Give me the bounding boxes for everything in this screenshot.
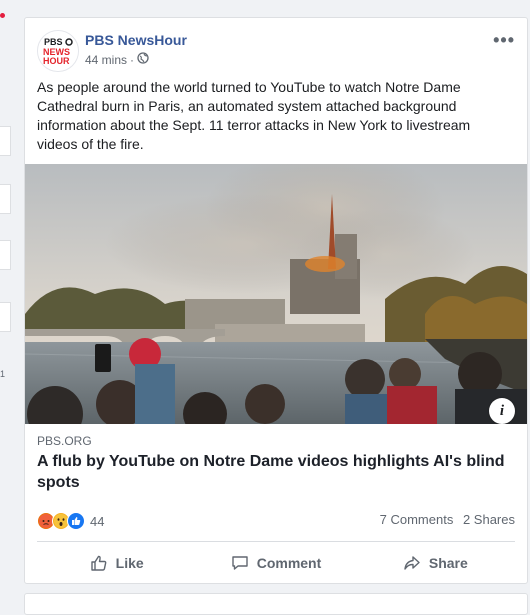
post-header: PBS NEWS HOUR PBS NewsHour 44 mins · ••• [37,30,515,72]
sidebar-tab[interactable] [0,126,11,156]
like-icon [67,512,85,530]
comment-label: Comment [256,555,322,571]
post-text: As people around the world turned to You… [37,79,471,152]
comments-count-link[interactable]: 7 Comments [380,512,454,527]
share-arrow-icon [404,556,420,570]
shares-count-link[interactable]: 2 Shares [463,512,515,527]
like-label: Like [115,555,144,571]
globe-icon[interactable] [137,52,149,67]
link-preview-image[interactable]: i [25,164,527,424]
sidebar-tab[interactable] [0,240,11,270]
link-domain: PBS.ORG [37,434,92,448]
post-time[interactable]: 44 mins [85,53,127,67]
post-meta: 44 mins · [85,52,149,67]
sidebar-tab[interactable] [0,302,11,332]
comment-button[interactable]: Comment [196,548,355,578]
more-options-icon[interactable]: ••• [493,30,515,51]
comments-shares: 7 Comments 2 Shares [380,512,515,527]
comment-bubble-icon [232,556,248,570]
info-icon[interactable]: i [489,398,515,424]
notification-dot [0,13,5,18]
reactions-summary[interactable]: 44 [37,512,104,530]
page-name-link[interactable]: PBS NewsHour [85,32,187,48]
meta-separator: · [130,52,135,67]
reaction-count: 44 [90,513,105,529]
logo-text-hour: HOUR [43,56,70,66]
like-button[interactable]: Like [37,548,196,578]
share-button[interactable]: Share [356,548,515,578]
share-label: Share [428,555,468,571]
next-post-card [24,593,528,615]
page-avatar[interactable]: PBS NEWS HOUR [37,30,79,72]
news-feed-post: PBS NEWS HOUR PBS NewsHour 44 mins · •••… [24,17,528,584]
post-actions: Like Comment Share [37,548,515,578]
sidebar-count: 1 [0,369,6,379]
link-title[interactable]: A flub by YouTube on Notre Dame videos h… [37,451,515,493]
logo-text-pbs: PBS [44,37,63,47]
sidebar-tab[interactable] [0,184,11,214]
thumbs-up-icon [90,555,107,571]
left-sidebar-edge: 1 [0,0,14,600]
actions-divider [37,541,515,542]
post-stats: 44 7 Comments 2 Shares [37,512,515,532]
link-preview[interactable]: PBS.ORG A flub by YouTube on Notre Dame … [25,424,527,498]
